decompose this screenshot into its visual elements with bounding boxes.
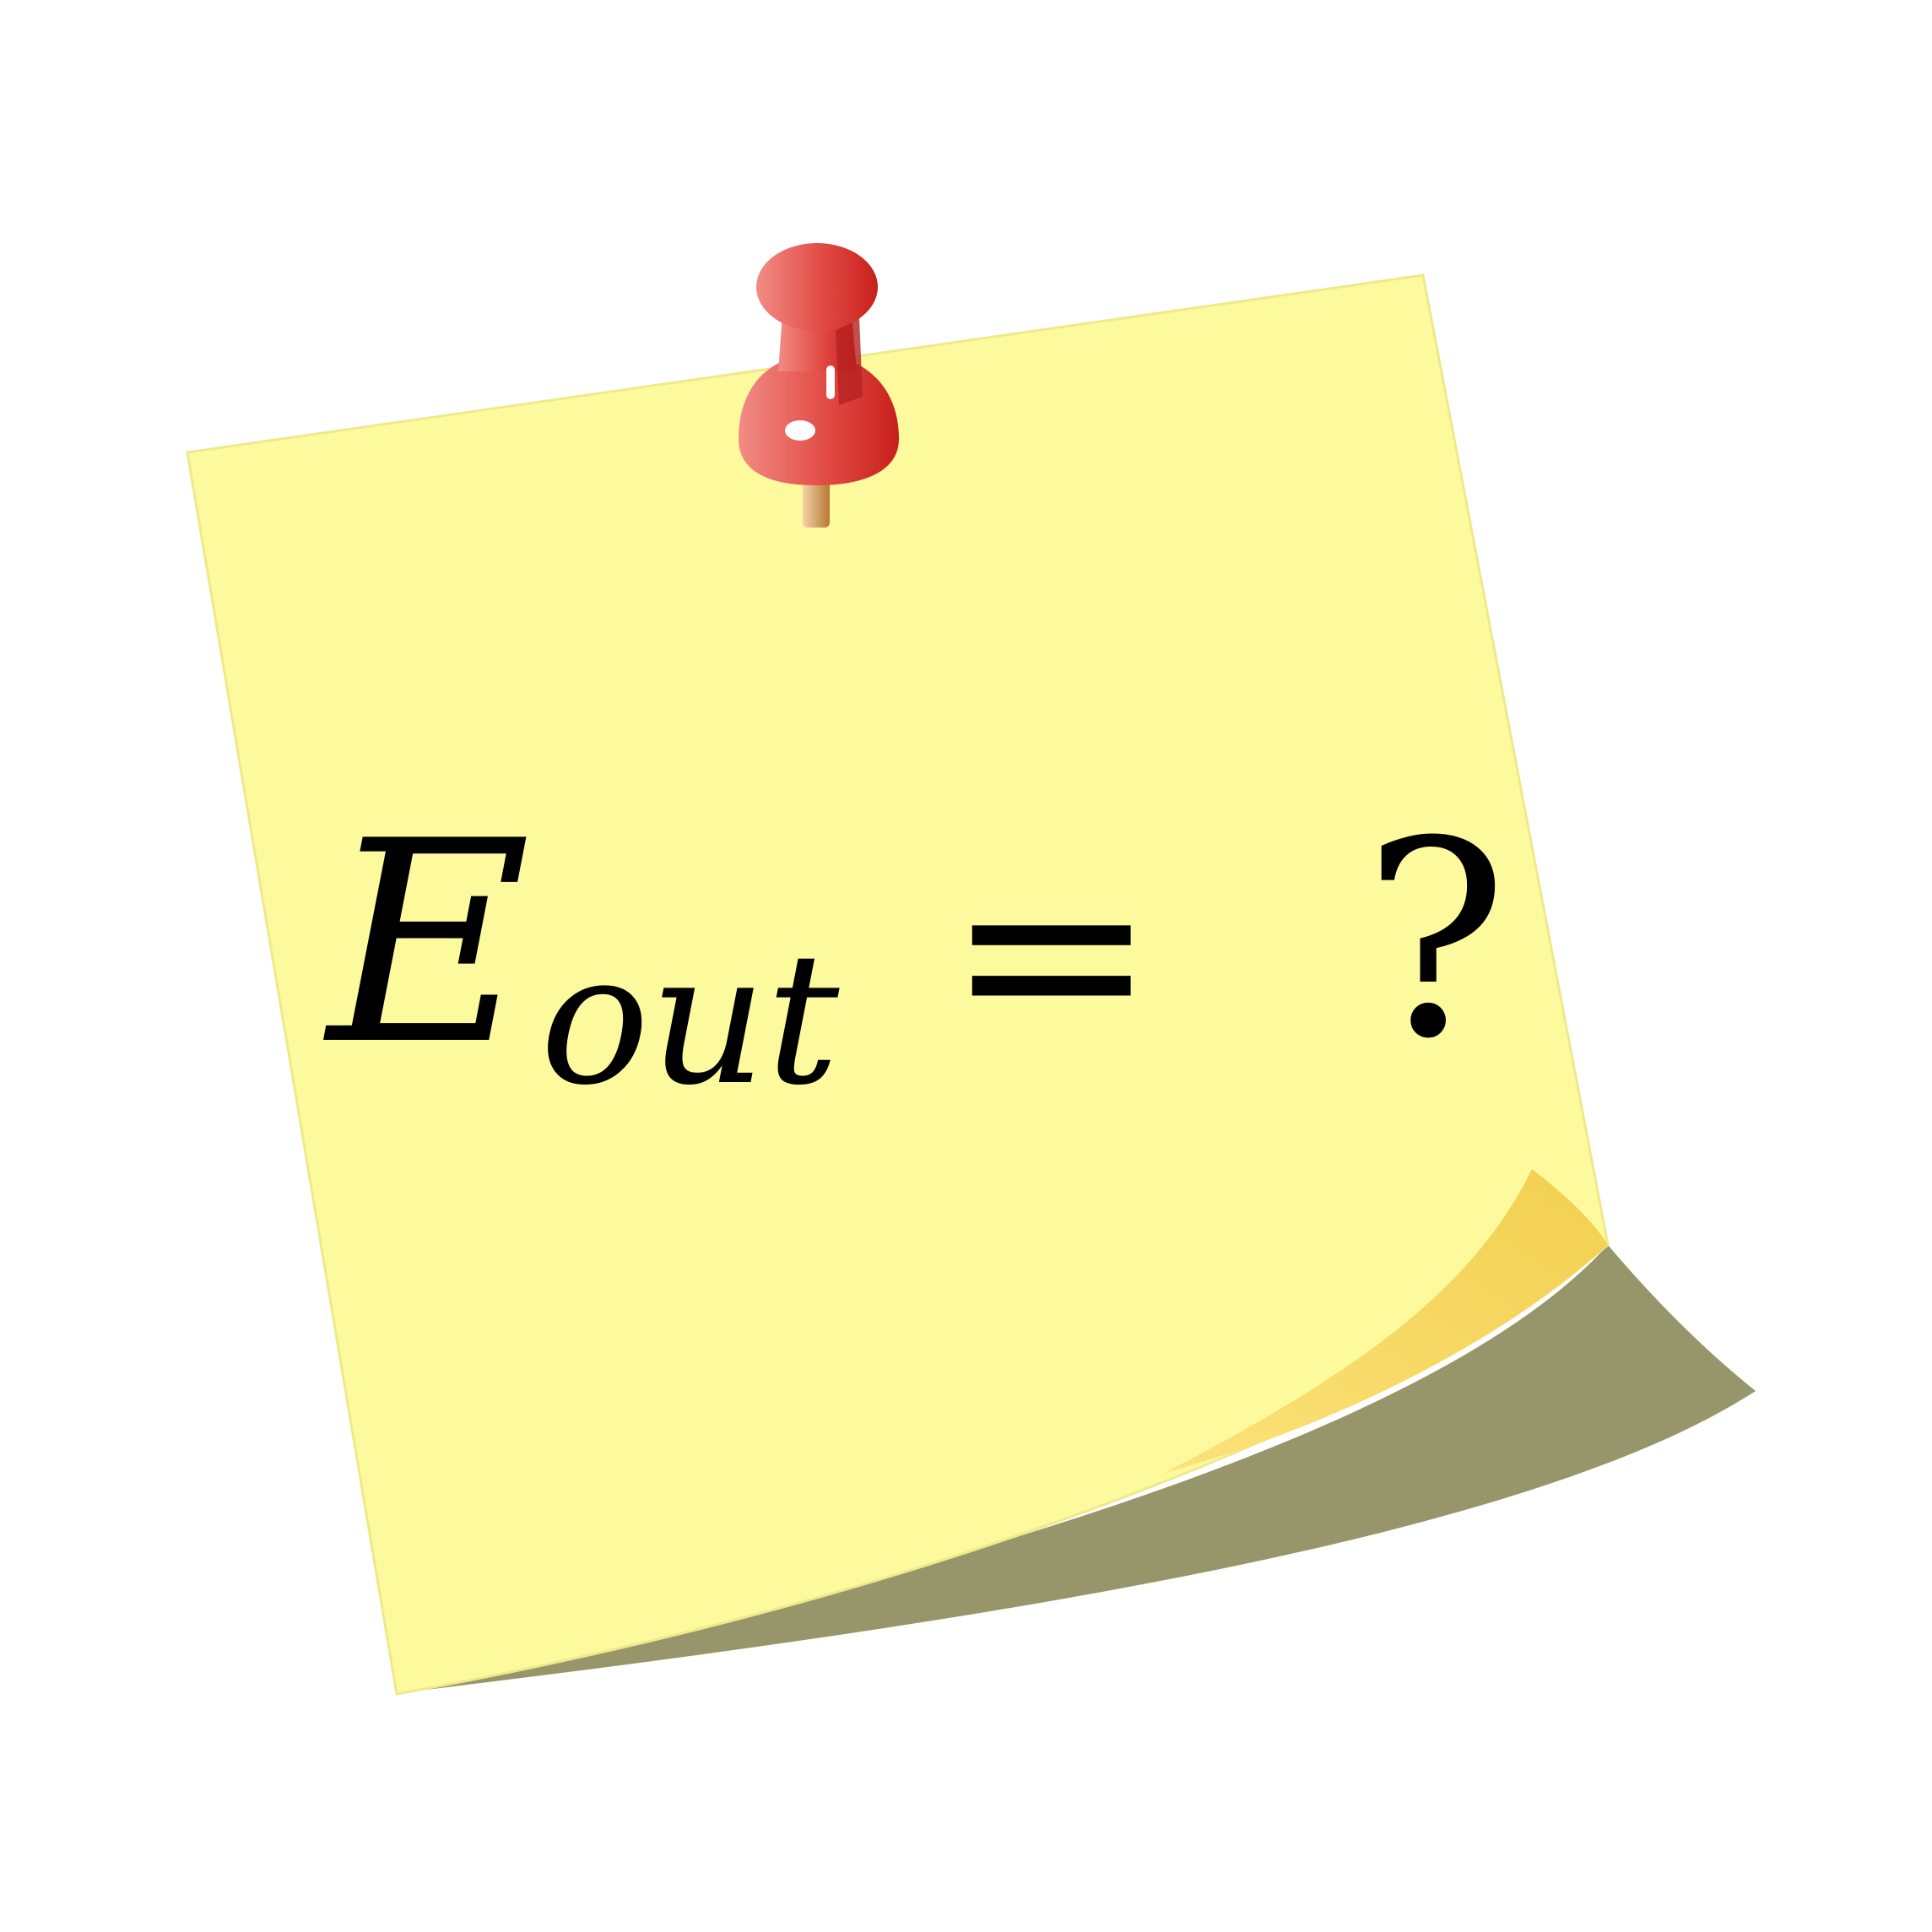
formula-value: ? — [1363, 784, 1508, 1098]
sticky-note-illustration: E out = ? — [186, 243, 1756, 1696]
pushpin-head — [756, 243, 878, 331]
formula-equals: = — [945, 805, 1157, 1100]
formula-variable: E — [323, 782, 531, 1106]
formula-subscript: out — [540, 913, 840, 1125]
